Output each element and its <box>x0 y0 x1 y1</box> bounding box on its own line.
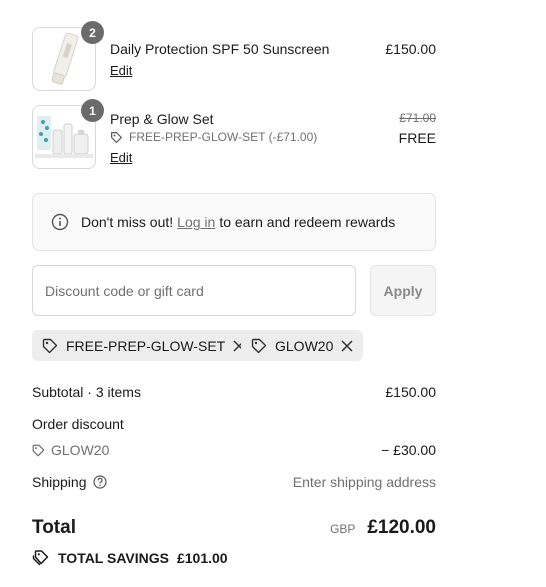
tags-icon <box>32 550 49 566</box>
discount-code-input[interactable] <box>32 265 356 316</box>
savings-label: TOTAL SAVINGS <box>58 550 169 566</box>
chip-label: GLOW20 <box>275 337 334 354</box>
applied-discount-chip: FREE-PREP-GLOW-SET <box>32 330 256 361</box>
rewards-notice: Don't miss out! Log in to earn and redee… <box>32 193 436 251</box>
savings-value: £101.00 <box>176 550 228 566</box>
line-discount: FREE-PREP-GLOW-SET (-£71.00) <box>110 130 317 144</box>
product-name: Prep & Glow Set <box>110 111 214 127</box>
product-name: Daily Protection SPF 50 Sunscreen <box>110 41 330 57</box>
quantity-badge: 1 <box>81 99 104 122</box>
line-item-price: FREE <box>398 130 436 146</box>
line-discount-code: FREE-PREP-GLOW-SET (-£71.00) <box>129 130 318 144</box>
log-in-link[interactable]: Log in <box>177 214 215 230</box>
discount-value: − £30.00 <box>381 442 436 458</box>
line-item: 1 Prep & Glow Set FREE-PREP-GLOW-SET (-£… <box>32 99 436 169</box>
shipping-row: Shipping Enter shipping address <box>32 474 436 490</box>
info-icon <box>51 213 69 231</box>
order-discount-label: Order discount <box>32 416 124 432</box>
rewards-text: Don't miss out! <box>81 214 174 230</box>
subtotal-value: £150.00 <box>385 384 436 400</box>
product-thumbnail: 2 <box>32 21 104 91</box>
subtotal-label: Subtotal · 3 items <box>32 384 141 400</box>
tag-icon <box>42 338 58 353</box>
quantity-badge: 2 <box>81 21 104 44</box>
applied-discount-chip: GLOW20 <box>241 330 364 361</box>
tag-icon <box>111 131 122 143</box>
apply-button[interactable]: Apply <box>370 265 436 316</box>
line-item: 2 Daily Protection SPF 50 Sunscreen Edit… <box>32 21 436 91</box>
edit-link[interactable]: Edit <box>110 150 132 165</box>
total-value: £120.00 <box>367 517 436 538</box>
edit-link[interactable]: Edit <box>110 63 132 78</box>
help-icon[interactable] <box>92 475 107 489</box>
tag-icon <box>32 444 45 456</box>
discount-code-label: GLOW20 <box>51 442 110 458</box>
subtotal-row: Subtotal · 3 items £150.00 <box>32 384 436 400</box>
tag-icon <box>251 338 267 353</box>
shipping-label: Shipping <box>32 474 87 490</box>
chip-label: FREE-PREP-GLOW-SET <box>66 337 226 354</box>
line-item-price: £150.00 <box>385 41 436 57</box>
discount-code-row: GLOW20 − £30.00 <box>32 442 436 458</box>
currency-code: GBP <box>330 522 356 536</box>
total-savings: TOTAL SAVINGS £101.00 <box>32 550 228 566</box>
original-price: £71.00 <box>399 111 436 125</box>
total-row: Total GBP £120.00 <box>32 517 436 539</box>
remove-discount-icon[interactable] <box>341 339 353 352</box>
product-thumbnail: 1 <box>32 99 104 169</box>
total-label: Total <box>32 517 76 538</box>
rewards-text-end: to earn and redeem rewards <box>219 214 396 230</box>
order-discount-row: Order discount <box>32 416 436 432</box>
shipping-value: Enter shipping address <box>292 474 436 490</box>
